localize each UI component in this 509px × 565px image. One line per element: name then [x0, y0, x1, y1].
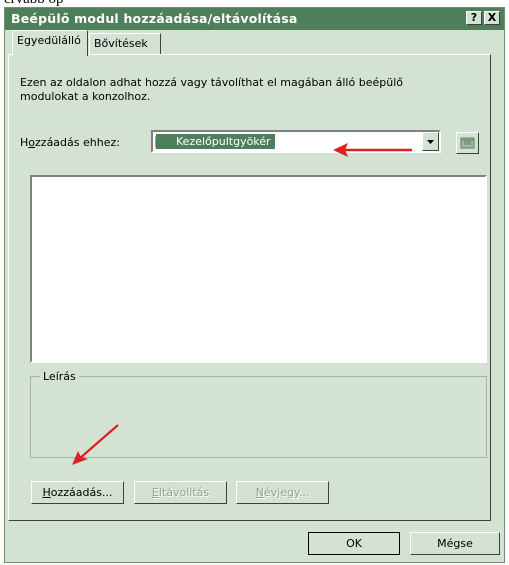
close-button[interactable]: X [484, 11, 500, 25]
about-button[interactable]: Névjegy... [236, 481, 329, 504]
add-to-label: Hozzáadás ehhez: [20, 136, 120, 149]
add-button[interactable]: Hozzáadás... [31, 481, 124, 504]
folder-icon [460, 137, 475, 149]
title-bar: Beépülő modul hozzáadása/eltávolítása ? … [5, 8, 504, 30]
tab-extensions[interactable]: Bővítések [89, 33, 161, 56]
window-title: Beépülő modul hozzáadása/eltávolítása [11, 11, 298, 26]
browse-folder-button[interactable] [456, 132, 479, 154]
chevron-down-icon [427, 140, 434, 144]
snapin-list[interactable] [30, 175, 487, 363]
tab-standalone-label: Egyedülálló [17, 34, 81, 47]
help-button[interactable]: ? [466, 11, 482, 25]
remove-button[interactable]: Eltávolítás [134, 481, 227, 504]
add-to-dropdown-button[interactable] [422, 132, 439, 151]
description-group [30, 376, 487, 458]
cancel-button[interactable]: Mégse [410, 532, 500, 555]
description-group-label: Leírás [40, 370, 79, 383]
add-to-selected-value: Kezelőpultgyökér [156, 134, 275, 149]
tab-extensions-label: Bővítések [94, 37, 148, 50]
add-to-combobox[interactable]: Kezelőpultgyökér [151, 130, 441, 153]
tab-standalone[interactable]: Egyedülálló [12, 30, 88, 56]
ok-button[interactable]: OK [308, 532, 400, 555]
description-text: Ezen az oldalon adhat hozzá vagy távolít… [20, 76, 403, 103]
